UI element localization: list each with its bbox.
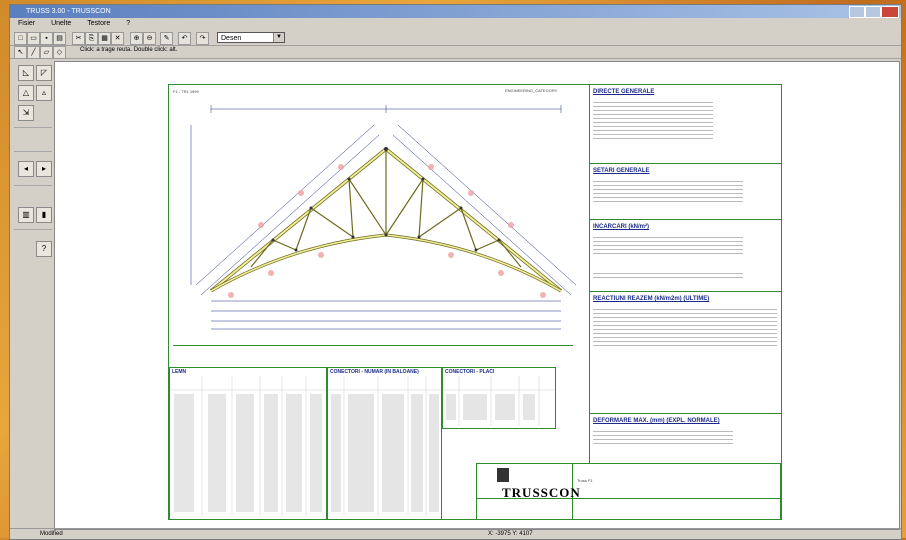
plate-table-title: CONECTORI - PLACI bbox=[445, 369, 495, 375]
deflection-heading: DEFORMARE MAX. (mm) (EXPL. NORMALE) bbox=[593, 418, 720, 424]
settings-text bbox=[593, 178, 743, 202]
settings-section: SETARI GENERALE bbox=[589, 163, 781, 220]
general-heading: DIRECTE GENERALE bbox=[593, 89, 655, 95]
calc-icon[interactable]: ▥ bbox=[18, 207, 34, 223]
zoom-out-icon[interactable]: ⊖ bbox=[143, 32, 156, 45]
line-tool-icon[interactable]: ╱ bbox=[27, 46, 40, 59]
delete-icon[interactable]: ✕ bbox=[111, 32, 124, 45]
left-tool-panel: ◺ ◸ △ ▵ ⇲ ◂ ▸ ▥ ▮ ? bbox=[14, 61, 52, 527]
connector-table-rows bbox=[328, 376, 441, 516]
general-section: DIRECTE GENERALE bbox=[589, 85, 781, 163]
wood-table-rows bbox=[170, 376, 326, 516]
deflection-text bbox=[593, 428, 733, 444]
connector-table: CONECTORI - NUMAR (IN BALOANE) bbox=[327, 367, 442, 520]
new-file-icon[interactable]: □ bbox=[14, 32, 27, 45]
wood-table: LEMN bbox=[169, 367, 327, 520]
close-button[interactable] bbox=[881, 6, 899, 18]
reactions-section: REACTIUNI REAZEM (kN/m2m) (ULTIME) bbox=[589, 291, 781, 414]
chevron-down-icon[interactable]: ▼ bbox=[273, 33, 284, 42]
settings-heading: SETARI GENERALE bbox=[593, 168, 650, 174]
menu-testore[interactable]: Testore bbox=[87, 20, 110, 27]
menu-help[interactable]: ? bbox=[126, 20, 130, 27]
loads-notes bbox=[593, 270, 743, 278]
pointer-icon[interactable]: ↖ bbox=[14, 46, 27, 59]
properties-icon[interactable]: ✎ bbox=[160, 32, 173, 45]
undo-icon[interactable]: ↶ bbox=[178, 32, 191, 45]
cut-icon[interactable]: ✂ bbox=[72, 32, 85, 45]
divider bbox=[173, 345, 573, 346]
redo-icon[interactable]: ↷ bbox=[196, 32, 209, 45]
brand-logo: TRUSSCON bbox=[502, 485, 581, 500]
divider bbox=[14, 229, 52, 230]
application-window: TRUSS 3.00 - TRUSSCON Fisier Unelte Test… bbox=[9, 4, 902, 540]
reactions-heading: REACTIUNI REAZEM (kN/m2m) (ULTIME) bbox=[593, 296, 710, 302]
loads-text bbox=[593, 234, 743, 254]
hint-text: Click: a trage reuta. Double click: alt. bbox=[80, 47, 178, 53]
zoom-in-icon[interactable]: ⊕ bbox=[130, 32, 143, 45]
node-tool-icon[interactable]: ◇ bbox=[53, 46, 66, 59]
divider bbox=[14, 127, 52, 128]
divider bbox=[14, 151, 52, 152]
reactions-table bbox=[593, 306, 777, 346]
drawing-canvas[interactable]: F1 - TR1 1999 ENGINEERING_CATEGORY LEMN … bbox=[54, 61, 900, 530]
secondary-toolbar: ↖ ╱ ▱ ◇ Click: a trage reuta. Double cli… bbox=[10, 46, 901, 59]
view-select-value: Desen bbox=[221, 35, 242, 42]
menu-unelte[interactable]: Unelte bbox=[51, 20, 71, 27]
loads-heading: INCARCARI (kN/m²) bbox=[593, 224, 649, 230]
scale-note: ENGINEERING_CATEGORY bbox=[505, 88, 558, 93]
status-bar: Modified X: -3975 Y: 4107 bbox=[10, 528, 901, 539]
export-icon[interactable]: ⇲ bbox=[18, 105, 34, 121]
next-icon[interactable]: ▸ bbox=[36, 161, 52, 177]
print-icon[interactable]: ▤ bbox=[53, 32, 66, 45]
beam-tool-icon[interactable]: ▱ bbox=[40, 46, 53, 59]
report-icon[interactable]: ▮ bbox=[36, 207, 52, 223]
truss-diagram bbox=[190, 105, 577, 330]
truss-edit-icon[interactable]: ◺ bbox=[18, 65, 34, 81]
plate-table: CONECTORI - PLACI bbox=[442, 367, 556, 429]
minimize-button[interactable] bbox=[849, 6, 865, 18]
open-file-icon[interactable]: ▭ bbox=[27, 32, 40, 45]
window-title: TRUSS 3.00 - TRUSSCON bbox=[26, 8, 111, 15]
general-text bbox=[593, 99, 713, 139]
view-select[interactable]: Desen ▼ bbox=[217, 32, 285, 43]
sheet-label: F1 - TR1 1999 bbox=[173, 89, 199, 94]
menu-bar: Fisier Unelte Testore ? bbox=[10, 18, 901, 30]
help-icon[interactable]: ? bbox=[36, 241, 52, 257]
copy-icon[interactable]: ⎘ bbox=[85, 32, 98, 45]
drawing-sheet: F1 - TR1 1999 ENGINEERING_CATEGORY LEMN … bbox=[168, 84, 782, 520]
wood-table-title: LEMN bbox=[172, 369, 187, 375]
save-icon[interactable]: ▪ bbox=[40, 32, 53, 45]
connector-table-title: CONECTORI - NUMAR (IN BALOANE) bbox=[330, 369, 419, 375]
divider bbox=[14, 185, 52, 186]
plate-table-rows bbox=[443, 376, 555, 426]
main-toolbar: □ ▭ ▪ ▤ ✂ ⎘ ▦ ✕ ⊕ ⊖ ✎ ↶ ↷ Desen ▼ bbox=[10, 31, 901, 46]
truss-split-icon[interactable]: ▵ bbox=[36, 85, 52, 101]
menu-fisier[interactable]: Fisier bbox=[18, 20, 35, 27]
maximize-button[interactable] bbox=[865, 6, 881, 18]
title-bar: TRUSS 3.00 - TRUSSCON bbox=[10, 5, 901, 18]
logo-icon bbox=[497, 468, 509, 482]
project-name: Truss F1 bbox=[577, 478, 593, 483]
truss-mirror-icon[interactable]: △ bbox=[18, 85, 34, 101]
truss-draw-icon[interactable]: ◸ bbox=[36, 65, 52, 81]
deflection-section: DEFORMARE MAX. (mm) (EXPL. NORMALE) bbox=[589, 413, 781, 464]
prev-icon[interactable]: ◂ bbox=[18, 161, 34, 177]
paste-icon[interactable]: ▦ bbox=[98, 32, 111, 45]
loads-section: INCARCARI (kN/m²) bbox=[589, 219, 781, 292]
